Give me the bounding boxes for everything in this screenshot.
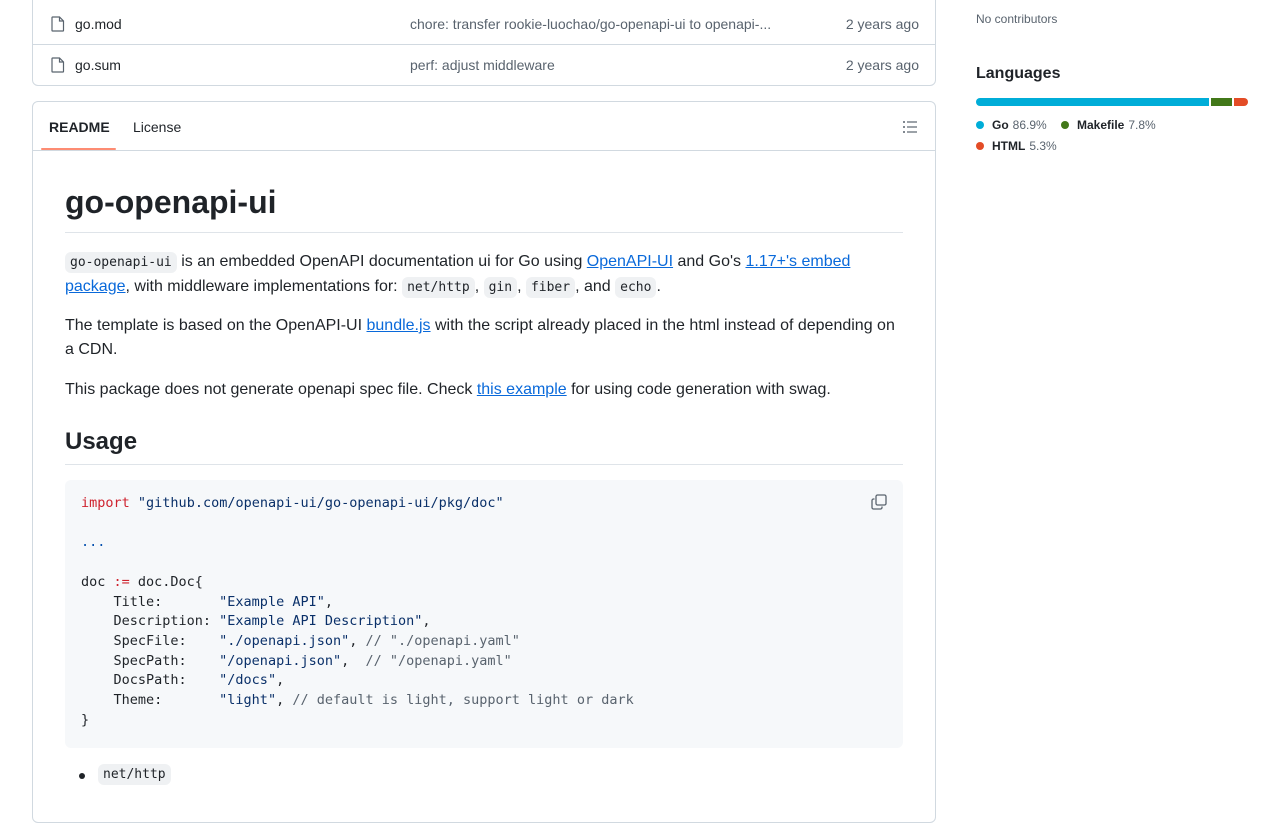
active-tab-indicator [41,148,116,150]
readme-panel: README License go-openapi-ui go-openapi-… [32,101,936,823]
readme-tabs: README License [33,102,935,151]
languages-bar [976,98,1248,106]
code-key: DocsPath: [81,672,220,689]
inline-code: go-openapi-ui [65,252,177,273]
language-dot [1061,121,1069,129]
code-key: Theme: [81,692,220,709]
code-block: import "github.com/openapi-ui/go-openapi… [65,480,903,748]
text: , with middleware implementations for: [125,278,403,295]
file-name[interactable]: go.sum [75,57,121,73]
copy-icon[interactable] [871,494,887,510]
language-item-go[interactable]: Go 86.9% [976,118,1047,132]
list-item: net/http [98,764,171,785]
code-string: "/docs" [219,672,277,689]
language-dot [976,121,984,129]
language-name: Go [992,118,1009,132]
code-text: , [422,613,431,630]
code-comment: // "./openapi.yaml" [365,632,520,649]
language-dot [976,142,984,150]
text: and Go's [673,253,746,270]
code-key: Description: [81,613,220,630]
text: , [517,278,526,295]
inline-code: fiber [525,277,576,298]
contributors-text: No contributors [976,12,1058,26]
intro-paragraph: go-openapi-ui is an embedded OpenAPI doc… [65,250,903,300]
file-table: go.mod chore: transfer rookie-luochao/go… [32,0,936,86]
text: is an embedded OpenAPI documentation ui … [176,253,587,270]
link-bundle-js[interactable]: bundle.js [367,317,431,334]
code-string: "light" [219,692,277,709]
code-text: } [81,711,90,728]
code-text: doc.Doc{ [129,573,203,590]
code-comment: // "/openapi.yaml" [365,652,512,669]
text: This package does not generate openapi s… [65,381,477,398]
language-percent: 7.8% [1128,118,1156,132]
languages-bar-segment-html [1233,98,1248,106]
tab-readme[interactable]: README [49,119,110,135]
file-name[interactable]: go.mod [75,16,122,32]
language-percent: 5.3% [1029,139,1057,153]
languages-bar-segment-makefile [1210,98,1232,106]
code-ellipsis: ... [81,534,106,551]
language-name: Makefile [1077,118,1125,132]
languages-heading: Languages [976,65,1061,82]
code-string: "github.com/openapi-ui/go-openapi-ui/pkg… [137,495,504,511]
inline-code: gin [483,277,518,298]
text: for using code generation with swag. [566,381,831,398]
tab-license[interactable]: License [133,119,181,135]
code-text: , [276,692,293,709]
code-string: "/openapi.json" [219,652,342,669]
commit-age: 2 years ago [845,57,919,73]
file-icon [51,16,65,32]
commit-message[interactable]: perf: adjust middleware [410,57,555,73]
commit-message[interactable]: chore: transfer rookie-luochao/go-openap… [410,16,771,32]
code-text: , [341,652,366,669]
file-row[interactable]: go.mod chore: transfer rookie-luochao/go… [33,4,935,45]
text: , [474,278,484,295]
readme-title: go-openapi-ui [65,182,903,233]
code-key: Title: [81,593,220,610]
text: The template is based on the OpenAPI-UI [65,317,367,334]
inline-code: net/http [402,277,475,298]
link-this-example[interactable]: this example [477,381,567,398]
code-text: , [276,672,285,689]
code-string: "Example API Description" [219,613,423,630]
outline-list-icon[interactable] [902,119,918,135]
languages-bar-segment-go [976,98,1209,106]
language-item-html[interactable]: HTML 5.3% [976,139,1057,153]
text: . [656,278,661,295]
list-bullet [79,773,85,779]
code-operator: := [113,573,130,590]
usage-heading: Usage [65,426,903,465]
text: , and [575,278,616,295]
link-openapi-ui[interactable]: OpenAPI-UI [587,253,673,270]
language-name: HTML [992,139,1026,153]
code-text: , [324,593,333,610]
code-key: SpecFile: [81,632,220,649]
code-text: doc [81,573,114,590]
language-item-makefile[interactable]: Makefile 7.8% [1061,118,1156,132]
language-percent: 86.9% [1012,118,1047,132]
code-string: "./openapi.json" [219,632,350,649]
example-paragraph: This package does not generate openapi s… [65,378,903,402]
inline-code: echo [615,277,657,298]
code-string: "Example API" [219,593,325,610]
code-key: SpecPath: [81,652,220,669]
file-icon [51,57,65,73]
template-paragraph: The template is based on the OpenAPI-UI … [65,314,903,362]
code-comment: // default is light, support light or da… [292,692,634,709]
code-text: , [349,632,366,649]
file-row[interactable]: go.sum perf: adjust middleware 2 years a… [33,45,935,85]
code-keyword: import [81,495,130,511]
commit-age: 2 years ago [845,16,919,32]
